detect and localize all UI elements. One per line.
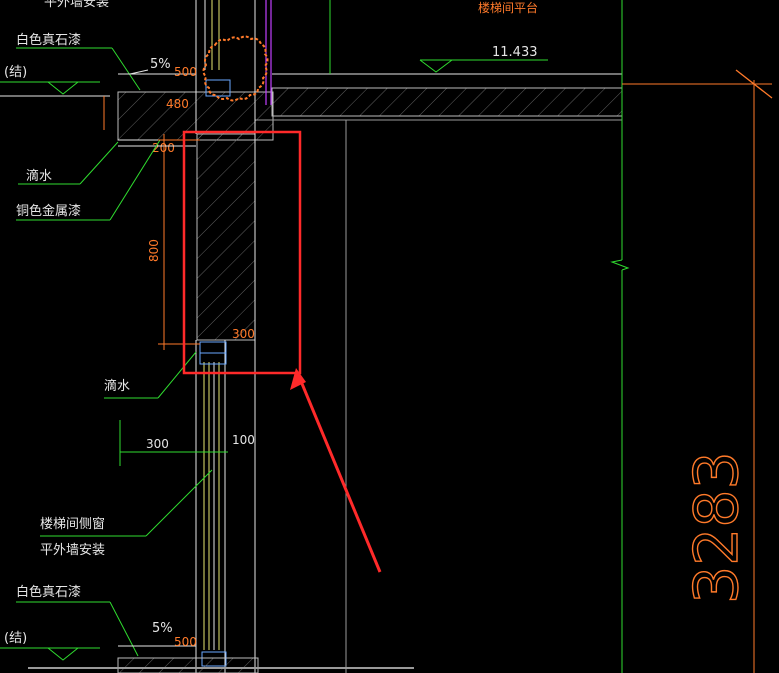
elevation-triangle xyxy=(419,59,453,73)
dim-300-label: 300 xyxy=(146,437,169,451)
white-stone-label-1: 白色真石漆 xyxy=(16,32,81,48)
dim-500-label-2: 500 xyxy=(174,635,197,649)
platform-label: 楼梯间平台 xyxy=(478,0,538,15)
structure-label-1: (结) xyxy=(4,65,27,80)
white-stone-label-2: 白色真石漆 xyxy=(16,584,81,600)
dim-500-label-1: 500 xyxy=(174,65,197,79)
break-mark xyxy=(610,259,630,271)
structure-label-2: (结) xyxy=(4,631,27,646)
drip-label-1: 滴水 xyxy=(26,168,52,184)
revision-cloud xyxy=(202,35,269,102)
cad-drawing-canvas: 11.433 楼梯间平台 平外墙安装 白色真石漆 (结) 5% 500 480 … xyxy=(0,0,779,673)
elevation-value: 11.433 xyxy=(492,45,538,60)
dim-100-label: 100 xyxy=(232,433,255,447)
top-cut-label: 平外墙安装 xyxy=(44,0,109,10)
window-label-line2: 平外墙安装 xyxy=(40,543,105,558)
dim-480-label: 480 xyxy=(166,97,189,111)
dim-300v-label: 300 xyxy=(232,327,255,341)
dim-800-label: 800 xyxy=(147,239,161,262)
window-label-line1: 楼梯间侧窗 xyxy=(40,516,105,532)
highlight-arrow xyxy=(296,373,382,573)
floor-slab xyxy=(271,87,623,117)
lintel-concrete xyxy=(196,133,256,341)
big-dimension-label: 3283 xyxy=(682,451,752,604)
cad-drawing: 11.433 楼梯间平台 平外墙安装 白色真石漆 (结) 5% 500 480 … xyxy=(0,0,773,673)
slope-label-1: 5% xyxy=(150,57,171,72)
drip-label-2: 滴水 xyxy=(104,378,130,394)
copper-paint-label: 铜色金属漆 xyxy=(16,203,81,219)
slope-label-2: 5% xyxy=(152,621,173,636)
